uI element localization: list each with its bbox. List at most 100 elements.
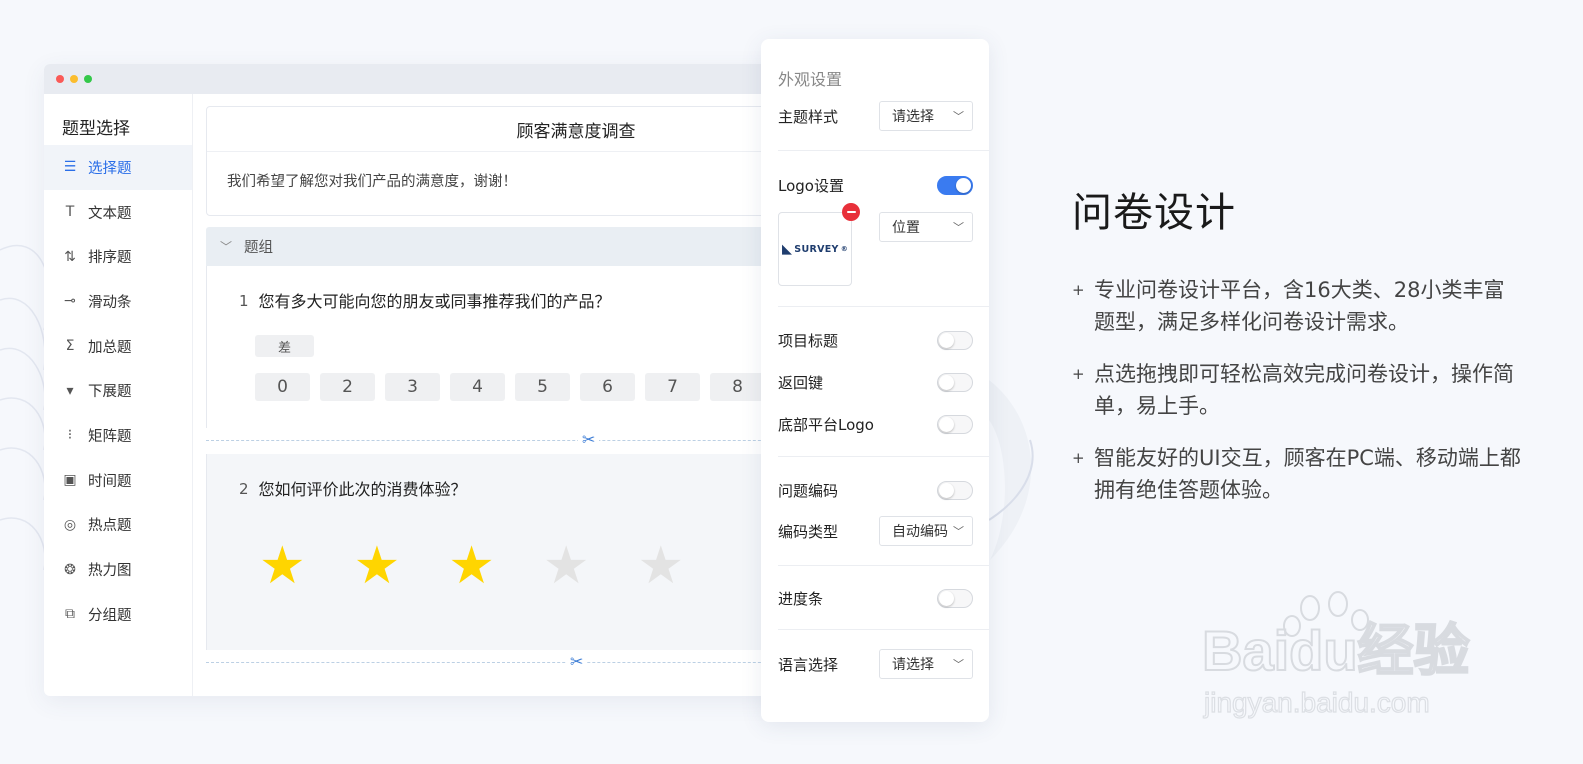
theme-select[interactable]: 请选择 ﹀	[879, 101, 973, 131]
language-select[interactable]: 请选择 ﹀	[879, 649, 973, 679]
remove-logo-icon[interactable]	[842, 203, 860, 221]
sidebar-item-3[interactable]: ⇅ 排序题	[44, 234, 192, 279]
scale-option[interactable]: 2	[320, 373, 375, 401]
sidebar-item-6[interactable]: ▾ 下展题	[44, 368, 192, 413]
sidebar-item-8[interactable]: ▣ 时间题	[44, 458, 192, 503]
sidebar-item-7[interactable]: ⁝ 矩阵题	[44, 413, 192, 458]
survey-logo: ◣ SURVEY ®	[781, 241, 849, 257]
panel-title: 外观设置	[778, 70, 843, 89]
feature-promo: 问卷设计 + 专业问卷设计平台，含16大类、28小类丰富题型，满足多样化问卷设计需…	[1072, 180, 1522, 526]
sidebar-item-label: 选择题	[88, 160, 132, 177]
scale-option[interactable]: 5	[515, 373, 570, 401]
footer-logo-row: 底部平台Logo	[778, 413, 973, 435]
sidebar-item-label: 文本题	[88, 205, 132, 222]
code-type-select[interactable]: 自动编码 ﹀	[879, 516, 973, 546]
watermark-url: jingyan.baidu.com	[1203, 687, 1430, 718]
star-icon[interactable]: ★	[543, 540, 590, 592]
chevron-down-icon: ﹀	[953, 525, 964, 538]
question-2[interactable]: 2 您如何评价此次的消费体验？ ★ ★ ★ ★ ★	[206, 454, 784, 650]
language-row: 语言选择 请选择 ﹀	[778, 649, 973, 679]
star-rating: ★ ★ ★ ★ ★	[259, 540, 684, 592]
logo-config-row: ◣ SURVEY ® 位置 ﹀	[778, 203, 973, 286]
survey-description[interactable]: 我们希望了解您对我们产品的满意度，谢谢！	[207, 152, 784, 191]
sidebar-item-label: 热力图	[88, 563, 132, 580]
chevron-down-icon[interactable]: ﹀	[220, 238, 232, 255]
page-break-divider[interactable]: ✂	[206, 650, 784, 676]
scale-option[interactable]: 0	[255, 373, 310, 401]
question-2-title: 2 您如何评价此次的消费体验？	[239, 476, 467, 500]
heatmap-icon: ❂	[64, 561, 76, 578]
question-group-header[interactable]: ﹀ 题组	[206, 227, 784, 266]
question-code-toggle[interactable]	[937, 480, 973, 500]
chevron-down-icon: ﹀	[953, 658, 964, 671]
promo-bullet: + 智能友好的UI交互，顾客在PC端、移动端上都拥有绝佳答题体验。	[1072, 442, 1522, 506]
scissors-icon[interactable]: ✂	[566, 652, 588, 671]
promo-bullet: + 点选拖拽即可轻松高效完成问卷设计，操作简单，易上手。	[1072, 358, 1522, 422]
back-key-label: 返回键	[778, 373, 824, 392]
sort-icon: ⇅	[64, 248, 76, 265]
sidebar-item-9[interactable]: ◎ 热点题	[44, 503, 192, 548]
promo-heading: 问卷设计	[1072, 190, 1236, 236]
survey-title[interactable]: 顾客满意度调查	[207, 107, 784, 152]
language-label: 语言选择	[778, 655, 839, 674]
page-break-divider[interactable]: ✂	[206, 428, 784, 454]
scale-option[interactable]: 8	[710, 373, 765, 401]
scale-low-label: 差	[255, 335, 314, 357]
survey-header-card: 顾客满意度调查 我们希望了解您对我们产品的满意度，谢谢！	[206, 106, 784, 216]
minimize-dot-icon[interactable]	[70, 75, 78, 83]
logo-toggle[interactable]	[937, 175, 973, 195]
close-dot-icon[interactable]	[56, 75, 64, 83]
language-select-value: 请选择	[892, 657, 934, 673]
survey-editor-window: 题型选择 ☰ 选择题 T 文本题 ⇅ 排序题 ⊸ 滑动条 Σ 加总题 ▾ 下展题 ⁝ 矩阵题 ▣ 时间题 ◎ 热点…	[44, 64, 784, 696]
footer-logo-toggle[interactable]	[937, 414, 973, 434]
logo-position-value: 位置	[892, 220, 920, 236]
slider-icon: ⊸	[64, 293, 76, 310]
star-icon[interactable]: ★	[354, 540, 401, 592]
sidebar-item-label: 热点题	[88, 518, 132, 535]
progress-toggle[interactable]	[937, 588, 973, 608]
star-icon[interactable]: ★	[259, 540, 306, 592]
watermark-brand: Baidu经验	[1202, 619, 1470, 682]
scissors-icon[interactable]: ✂	[578, 430, 600, 449]
sidebar-item-5[interactable]: Σ 加总题	[44, 324, 192, 369]
calendar-icon: ▣	[63, 472, 77, 489]
appearance-settings-panel: 外观设置 主题样式 请选择 ﹀ Logo设置 ◣ SURVEY ® 位置 ﹀ 项目标…	[761, 39, 989, 722]
matrix-icon: ⁝	[67, 427, 73, 444]
code-type-value: 自动编码	[892, 524, 948, 540]
text-icon: T	[65, 204, 75, 221]
item-title-toggle[interactable]	[937, 330, 973, 350]
sidebar-item-11[interactable]: ⧉ 分组题	[44, 592, 192, 637]
plus-icon: +	[1072, 449, 1085, 467]
scale-option[interactable]: 6	[580, 373, 635, 401]
sidebar-item-label: 分组题	[88, 607, 132, 624]
question-type-sidebar: 题型选择 ☰ 选择题 T 文本题 ⇅ 排序题 ⊸ 滑动条 Σ 加总题 ▾ 下展题 ⁝ 矩阵题 ▣ 时间题 ◎ 热点…	[44, 94, 193, 696]
progress-row: 进度条	[778, 587, 973, 609]
star-icon[interactable]: ★	[638, 540, 685, 592]
back-key-toggle[interactable]	[937, 372, 973, 392]
scale-option[interactable]: 3	[385, 373, 440, 401]
question-1-title: 1 您有多大可能向您的朋友或同事推荐我们的产品？	[239, 288, 611, 312]
star-icon[interactable]: ★	[448, 540, 495, 592]
item-title-label: 项目标题	[778, 331, 839, 350]
theme-select-value: 请选择	[892, 109, 934, 125]
sidebar-item-4[interactable]: ⊸ 滑动条	[44, 279, 192, 324]
sidebar-item-1[interactable]: ☰ 选择题	[44, 145, 192, 190]
sidebar-item-10[interactable]: ❂ 热力图	[44, 547, 192, 592]
plus-icon: +	[1072, 281, 1085, 299]
sidebar-item-label: 时间题	[88, 473, 132, 490]
dropdown-icon: ▾	[66, 382, 74, 399]
sidebar-item-2[interactable]: T 文本题	[44, 190, 192, 235]
logo-position-select[interactable]: 位置 ﹀	[879, 212, 973, 242]
question-code-label: 问题编码	[778, 481, 839, 500]
logo-preview[interactable]: ◣ SURVEY ®	[778, 203, 860, 286]
question-code-row: 问题编码	[778, 479, 973, 501]
item-title-row: 项目标题	[778, 329, 973, 351]
survey-canvas: 顾客满意度调查 我们希望了解您对我们产品的满意度，谢谢！ ﹀ 题组 1 您有多大…	[206, 106, 784, 682]
scale-option[interactable]: 4	[450, 373, 505, 401]
scale-option[interactable]: 7	[645, 373, 700, 401]
code-type-label: 编码类型	[778, 522, 839, 541]
question-1[interactable]: 1 您有多大可能向您的朋友或同事推荐我们的产品？ 差 02345678	[206, 266, 784, 428]
plus-icon: +	[1072, 365, 1085, 383]
maximize-dot-icon[interactable]	[84, 75, 92, 83]
promo-bullet: + 专业问卷设计平台，含16大类、28小类丰富题型，满足多样化问卷设计需求。	[1072, 274, 1522, 338]
